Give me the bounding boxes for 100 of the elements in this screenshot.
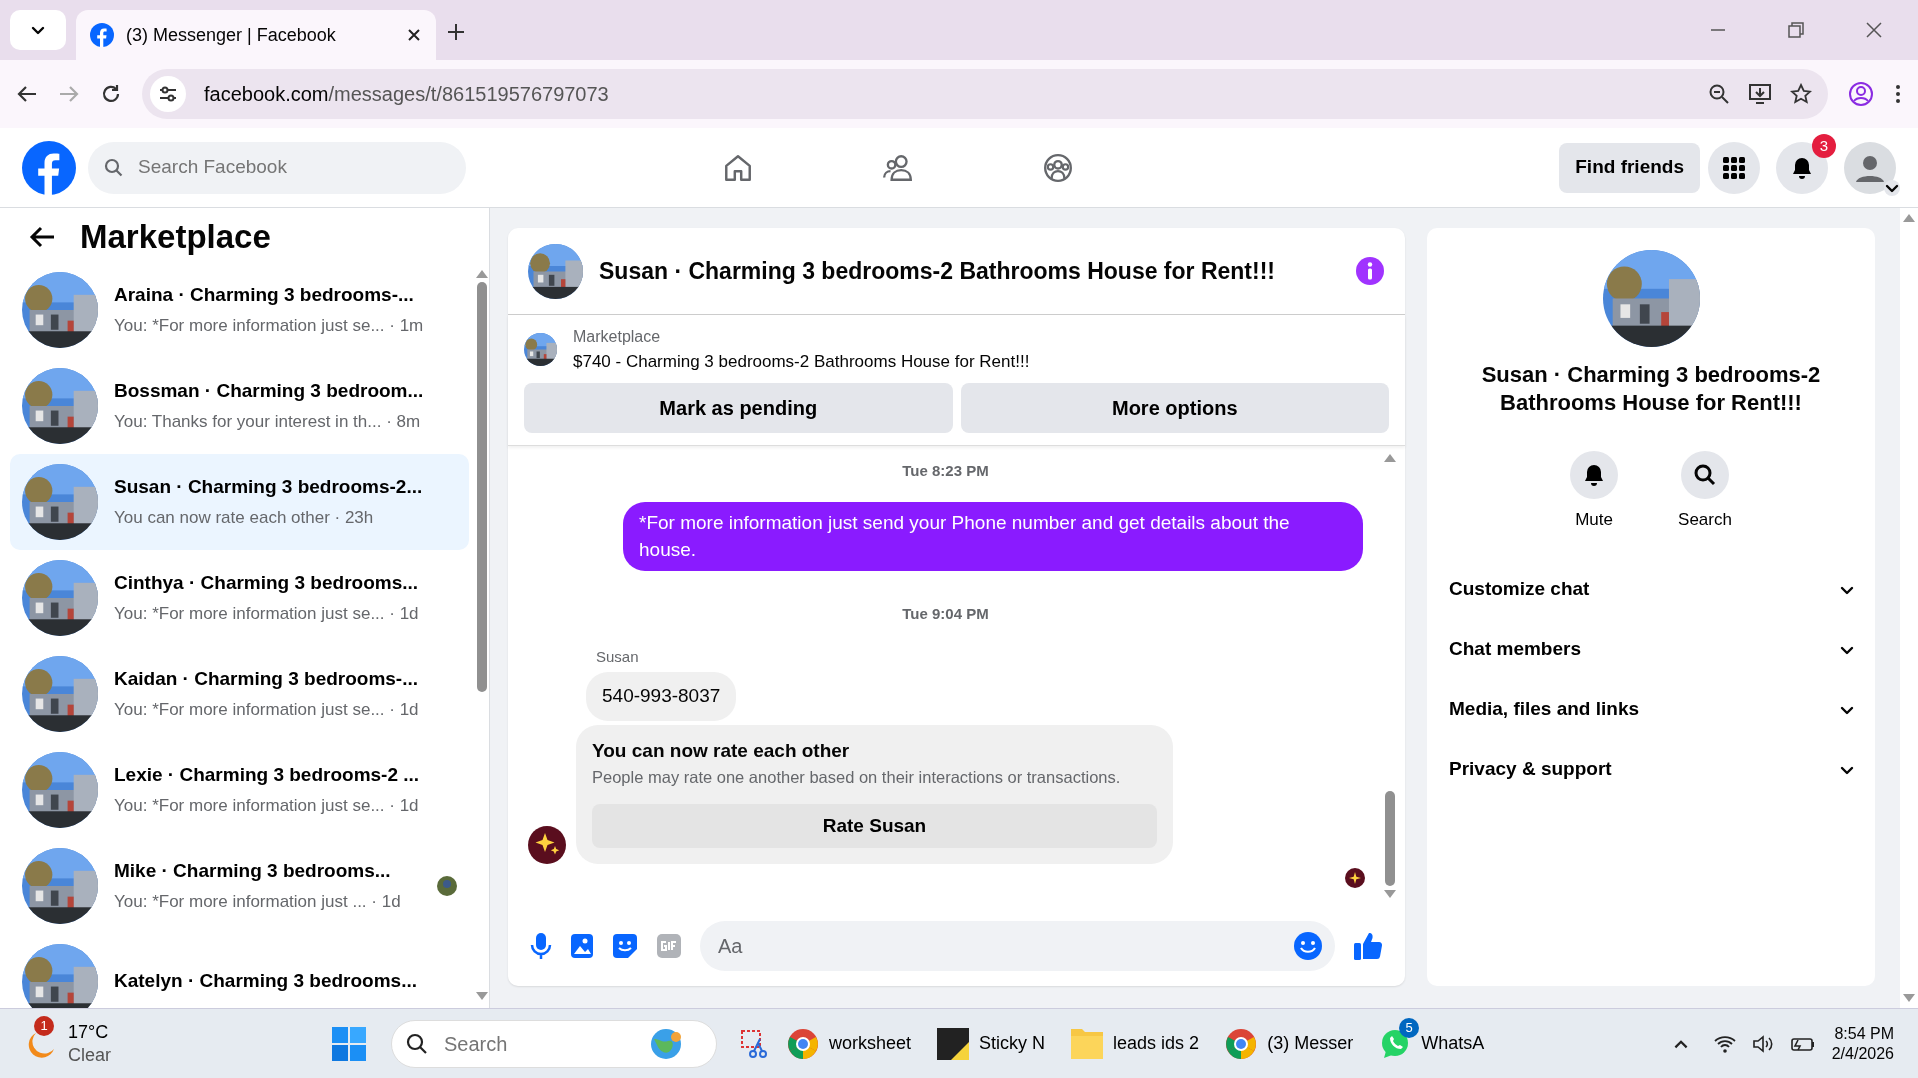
close-icon[interactable] (406, 27, 422, 43)
notification-badge: 5 (1399, 1017, 1420, 1038)
search-field[interactable]: Search Facebook (136, 152, 436, 183)
message-preview: You: *For more information just se... · 1d (114, 603, 420, 625)
search-field[interactable]: Search (442, 1027, 632, 1060)
contact-name: Bossman · Charming 3 bedroom... (114, 378, 425, 403)
grid-icon (1723, 156, 1745, 179)
url-text: facebook.com/messages/t/861519576797073 (204, 82, 610, 107)
chevron-down-icon (1884, 179, 1900, 196)
clock-date: 2/4/2026 (1831, 1043, 1894, 1064)
sticky-note-icon (937, 1027, 970, 1060)
message-input[interactable]: Aa (716, 930, 1293, 962)
panel-title: Marketplace (80, 217, 271, 257)
taskbar-app[interactable]: (3) Messer (1217, 1013, 1362, 1074)
section-toggle[interactable]: Customize chat (1447, 559, 1855, 620)
seen-avatar-icon (1345, 867, 1365, 888)
taskbar-app[interactable]: WhatsA 5 (1371, 1013, 1493, 1074)
info-icon[interactable] (1355, 256, 1385, 286)
conversation-item[interactable]: Lexie · Charming 3 bedrooms-2 ... You: *For more information just se... · 1d (10, 741, 469, 838)
menu-icon[interactable] (1894, 83, 1902, 105)
message-timestamp: Tue 9:04 PM (901, 604, 990, 625)
install-icon[interactable] (1748, 83, 1772, 105)
apps-menu-button[interactable] (1708, 141, 1760, 194)
action-button[interactable]: Search (1672, 450, 1738, 534)
groups-icon[interactable] (1042, 151, 1074, 184)
conversation-item[interactable]: Araina · Charming 3 bedrooms-... You: *For more information just se... · 1m (10, 261, 469, 358)
action-button[interactable]: More options (960, 382, 1389, 433)
taskbar-app[interactable]: Sticky N (929, 1013, 1054, 1074)
listing-title: $740 - Charming 3 bedrooms-2 Bathrooms House for Rent!!! (573, 351, 1030, 373)
profile-icon[interactable] (1848, 81, 1874, 107)
scroll-up-arrow[interactable] (1384, 453, 1396, 462)
conversation-item[interactable]: Susan · Charming 3 bedrooms-2... You can now rate each other · 23h (10, 453, 469, 550)
taskbar-app[interactable]: worksheet (779, 1013, 920, 1074)
contact-name: Susan · Charming 3 bedrooms-2... (114, 474, 424, 499)
section-toggle[interactable]: Privacy & support (1447, 739, 1855, 800)
thumbs-up-icon[interactable] (1353, 931, 1383, 961)
message-preview: You can now rate each other · 23h (114, 507, 375, 529)
bell-icon (1790, 155, 1814, 180)
sender-name: Susan (596, 646, 640, 667)
new-tab-icon[interactable] (446, 22, 466, 42)
search-icon (104, 157, 124, 178)
back-arrow-icon[interactable] (28, 224, 56, 249)
restore-icon[interactable] (1786, 20, 1806, 40)
contact-name: Mike · Charming 3 bedrooms... (114, 858, 392, 883)
rate-button[interactable]: Rate Susan (592, 803, 1157, 848)
star-icon[interactable] (1790, 83, 1812, 105)
scroll-up-arrow[interactable] (1903, 214, 1915, 222)
action-button[interactable]: Mute (1564, 450, 1625, 534)
notification-badge: 3 (1812, 133, 1836, 158)
speaker-icon[interactable] (1751, 1033, 1774, 1054)
zoom-icon[interactable] (1708, 83, 1730, 105)
weather-condition: Clear (68, 1043, 111, 1066)
weather-widget[interactable]: 1 17°C Clear (16, 1013, 119, 1074)
contact-name: Araina · Charming 3 bedrooms-... (114, 282, 415, 307)
incoming-message: 540-993-8037 (586, 672, 737, 721)
search-bar[interactable]: Search (391, 1019, 717, 1068)
reload-icon[interactable] (100, 83, 122, 105)
site-info-button[interactable] (150, 76, 186, 112)
contact-name: Cinthya · Charming 3 bedrooms... (114, 570, 420, 595)
wifi-icon[interactable] (1713, 1033, 1736, 1054)
contact-name: Katelyn · Charming 3 bedrooms... (114, 969, 418, 994)
message-timestamp: Tue 8:23 PM (901, 460, 990, 481)
conversation-item[interactable]: Cinthya · Charming 3 bedrooms... You: *For more information just se... · 1d (10, 549, 469, 646)
message-preview: You: *For more information just ... · 1d (114, 891, 402, 913)
taskbar-app[interactable]: leads ids 2 (1063, 1013, 1208, 1074)
smiley-icon[interactable] (1293, 931, 1323, 961)
scroll-down-arrow[interactable] (1384, 890, 1396, 898)
conversation-item[interactable]: Kaidan · Charming 3 bedrooms-... You: *For more information just se... · 1d (10, 645, 469, 742)
address-bar[interactable]: facebook.com/messages/t/861519576797073 (142, 69, 1828, 119)
temperature-text: 17°C (68, 1021, 110, 1044)
notification-badge: 1 (34, 1015, 54, 1036)
chrome-icon (1225, 1027, 1258, 1060)
message-preview: You: Thanks for your interest in th... · 8m (114, 411, 422, 433)
rating-title: You can now rate each other (592, 738, 851, 763)
scrollbar-thumb[interactable] (477, 281, 487, 692)
chat-title: Susan · Charming 3 bedrooms-2 Bathrooms House for Rent!!! (599, 256, 1276, 286)
microphone-icon[interactable] (530, 932, 552, 960)
conversation-item[interactable]: Bossman · Charming 3 bedroom... You: Thanks for your interest in th... · 8m (10, 357, 469, 454)
find-friends-button[interactable]: Find friends (1559, 142, 1700, 193)
listing-source: Marketplace (573, 327, 662, 347)
image-icon[interactable] (570, 933, 594, 959)
message-preview: You: *For more information just se... · 1d (114, 699, 420, 721)
notifications-button[interactable] (1776, 141, 1828, 194)
action-button[interactable]: Mark as pending (524, 382, 953, 433)
windows-start-icon[interactable] (331, 1025, 367, 1062)
clock-time: 8:54 PM (1833, 1023, 1894, 1044)
section-toggle[interactable]: Media, files and links (1447, 679, 1855, 740)
scroll-down-arrow[interactable] (476, 992, 488, 1000)
browser-tab[interactable]: (3) Messenger | Facebook (76, 10, 436, 60)
sticker-icon[interactable] (612, 933, 638, 959)
section-toggle[interactable]: Chat members (1447, 619, 1855, 680)
scrollbar-thumb[interactable] (1385, 791, 1395, 886)
search-bar[interactable]: Search Facebook (88, 141, 466, 194)
conversation-item[interactable]: Mike · Charming 3 bedrooms... You: *For more information just ... · 1d (10, 837, 469, 934)
contact-name: Lexie · Charming 3 bedrooms-2 ... (114, 762, 421, 787)
tab-title: (3) Messenger | Facebook (126, 23, 337, 47)
message-preview: You: *For more information just se... · 1d (114, 795, 420, 817)
facebook-logo-icon[interactable] (22, 140, 76, 195)
search-icon (1693, 463, 1717, 487)
message-field[interactable]: Aa (700, 921, 1335, 971)
